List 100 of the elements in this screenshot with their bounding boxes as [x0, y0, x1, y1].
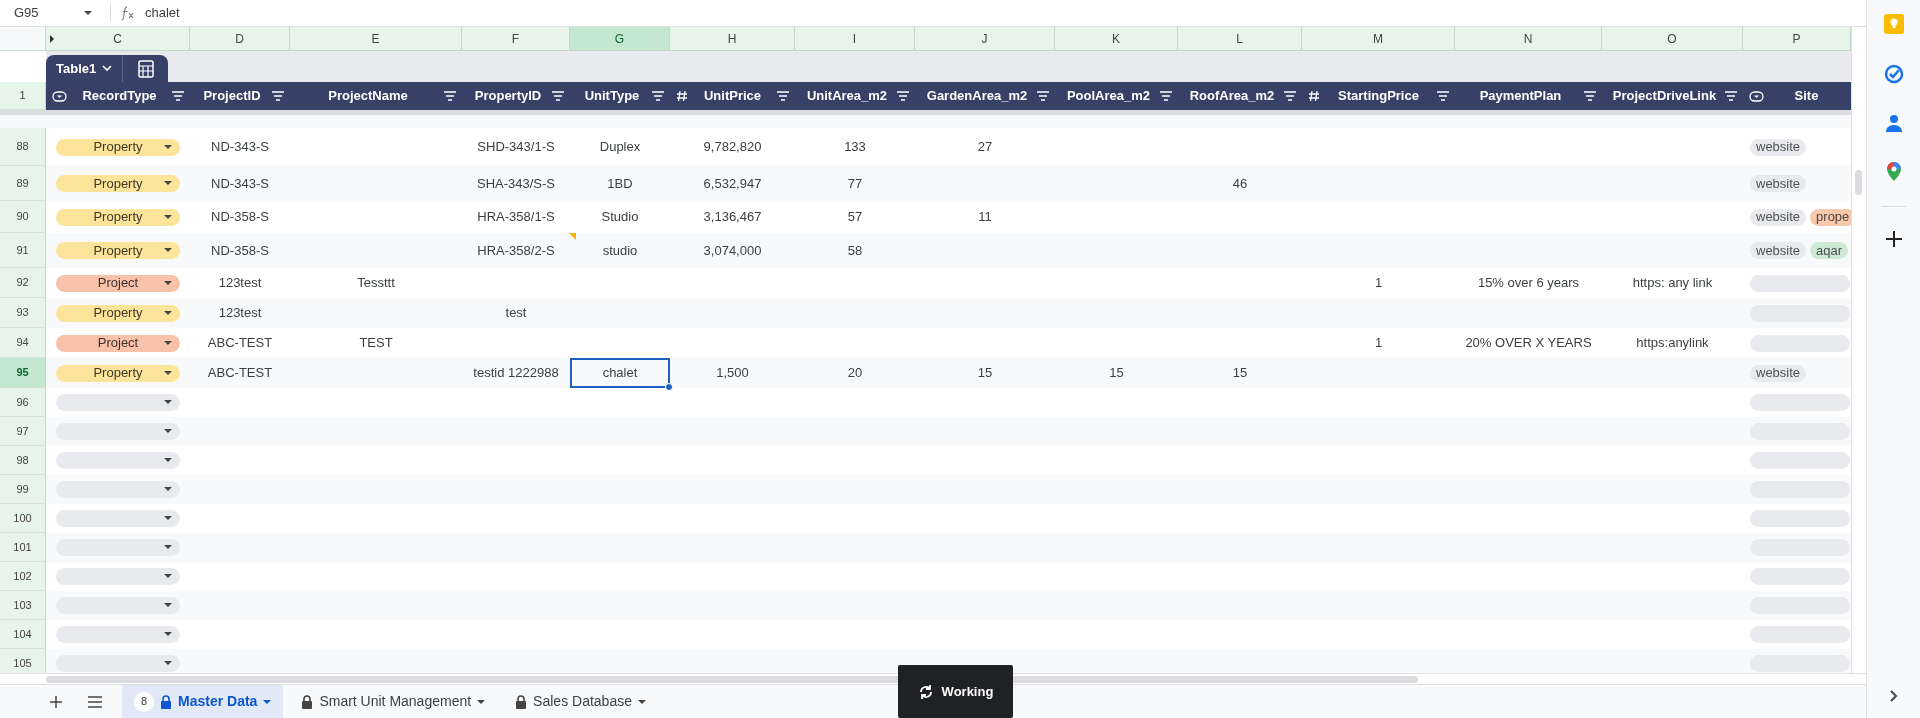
- dropdown-caret-icon[interactable]: [84, 11, 92, 15]
- column-heading[interactable]: RoofArea_m2: [1178, 82, 1302, 110]
- horizontal-scrollbar[interactable]: [0, 673, 1866, 685]
- filter-icon[interactable]: [1284, 91, 1296, 101]
- person-icon[interactable]: [1884, 114, 1903, 132]
- column-heading[interactable]: ProjectDriveLink: [1602, 82, 1743, 110]
- row-number[interactable]: 93: [0, 298, 46, 328]
- row-number[interactable]: 92: [0, 268, 46, 298]
- record-type-dropdown[interactable]: Property: [56, 175, 180, 192]
- column-heading[interactable]: RecordType: [46, 82, 190, 110]
- expand-arrow-icon[interactable]: [50, 35, 54, 43]
- task-check-icon[interactable]: [1883, 64, 1904, 84]
- empty-dropdown[interactable]: [56, 626, 180, 643]
- filter-icon[interactable]: [1584, 91, 1596, 101]
- table-name-tab[interactable]: Table1: [46, 55, 123, 82]
- site-tag: website: [1750, 364, 1807, 382]
- empty-site-field[interactable]: [1750, 481, 1850, 498]
- empty-dropdown[interactable]: [56, 423, 180, 440]
- lightbulb-note-icon[interactable]: [1883, 14, 1904, 34]
- empty-site-field[interactable]: [1750, 274, 1850, 292]
- row-number[interactable]: 96: [0, 388, 46, 417]
- empty-dropdown[interactable]: [56, 597, 180, 614]
- column-heading[interactable]: StartingPrice: [1302, 82, 1455, 110]
- row-number[interactable]: 89: [0, 166, 46, 201]
- sheet-tab[interactable]: 8 Master Data: [122, 685, 284, 718]
- empty-dropdown[interactable]: [56, 394, 180, 411]
- filter-icon[interactable]: [1037, 91, 1049, 101]
- empty-site-field[interactable]: [1750, 510, 1850, 527]
- empty-site-field[interactable]: [1750, 539, 1850, 556]
- filter-icon[interactable]: [1160, 91, 1172, 101]
- filter-icon[interactable]: [444, 91, 456, 101]
- filter-icon[interactable]: [552, 91, 564, 101]
- row-number[interactable]: 99: [0, 475, 46, 504]
- filter-icon[interactable]: [777, 91, 789, 101]
- menu-button[interactable]: [88, 695, 102, 708]
- record-type-dropdown[interactable]: Project: [56, 334, 180, 352]
- empty-site-field[interactable]: [1750, 568, 1850, 585]
- empty-dropdown[interactable]: [56, 568, 180, 585]
- row-number[interactable]: 101: [0, 533, 46, 562]
- site-tag: website: [1750, 138, 1807, 156]
- filter-icon[interactable]: [897, 91, 909, 101]
- empty-site-field[interactable]: [1750, 334, 1850, 352]
- row-number[interactable]: 97: [0, 417, 46, 446]
- record-type-dropdown[interactable]: Property: [56, 208, 180, 226]
- column-heading[interactable]: UnitArea_m2: [795, 82, 915, 110]
- column-header[interactable]: G: [570, 27, 670, 51]
- column-heading[interactable]: PropertyID: [462, 82, 570, 110]
- map-pin-icon[interactable]: [1885, 162, 1902, 182]
- column-heading[interactable]: GardenArea_m2: [915, 82, 1055, 110]
- filter-icon[interactable]: [1437, 91, 1449, 101]
- filter-icon[interactable]: [1725, 91, 1737, 101]
- sheet-tab[interactable]: Smart Unit Management: [289, 685, 498, 718]
- caret-icon: [263, 699, 272, 704]
- filter-icon[interactable]: [172, 91, 184, 101]
- row-number[interactable]: 88: [0, 128, 46, 166]
- column-heading[interactable]: PaymentPlan: [1455, 82, 1602, 110]
- filter-icon[interactable]: [652, 91, 664, 101]
- record-type-dropdown[interactable]: Project: [56, 274, 180, 292]
- record-type-dropdown[interactable]: Property: [56, 138, 180, 156]
- empty-site-field[interactable]: [1750, 423, 1850, 440]
- chevron-right-icon[interactable]: [1889, 690, 1898, 702]
- empty-site-field[interactable]: [1750, 597, 1850, 614]
- empty-site-field[interactable]: [1750, 626, 1850, 643]
- empty-site-field[interactable]: [1750, 452, 1850, 469]
- sheet-tab[interactable]: Sales Database: [503, 685, 658, 718]
- empty-dropdown[interactable]: [56, 481, 180, 498]
- record-type-dropdown[interactable]: Property: [56, 304, 180, 322]
- row-number[interactable]: 98: [0, 446, 46, 475]
- row-number[interactable]: 95: [0, 358, 46, 388]
- row-number[interactable]: 91: [0, 233, 46, 268]
- empty-dropdown[interactable]: [56, 510, 180, 527]
- empty-site-field[interactable]: [1750, 304, 1850, 322]
- add-icon[interactable]: [1885, 231, 1902, 247]
- empty-site-field[interactable]: [1750, 655, 1850, 672]
- column-heading[interactable]: UnitPrice: [670, 82, 795, 110]
- row-number[interactable]: 104: [0, 620, 46, 649]
- row-number[interactable]: 90: [0, 201, 46, 233]
- column-heading[interactable]: ProjectID: [190, 82, 290, 110]
- column-heading[interactable]: Site: [1743, 82, 1851, 110]
- formula-text[interactable]: chalet: [145, 3, 180, 23]
- empty-dropdown[interactable]: [56, 655, 180, 672]
- column-heading[interactable]: PoolArea_m2: [1055, 82, 1178, 110]
- empty-dropdown[interactable]: [56, 539, 180, 556]
- column-heading[interactable]: UnitType: [570, 82, 670, 110]
- table-calculator-button[interactable]: [122, 55, 169, 82]
- name-box[interactable]: G95: [0, 0, 100, 27]
- row-number[interactable]: 102: [0, 562, 46, 591]
- row-number[interactable]: 105: [0, 649, 46, 673]
- record-type-dropdown[interactable]: Property: [56, 242, 180, 259]
- row-number[interactable]: 100: [0, 504, 46, 533]
- fill-handle[interactable]: [665, 383, 673, 391]
- add-sheet-button[interactable]: [50, 695, 62, 708]
- row-number[interactable]: 103: [0, 591, 46, 620]
- row-number[interactable]: 94: [0, 328, 46, 358]
- record-type-dropdown[interactable]: Property: [56, 364, 180, 382]
- vertical-scrollbar[interactable]: [1851, 27, 1866, 673]
- filter-icon[interactable]: [272, 91, 284, 101]
- column-heading[interactable]: ProjectName: [290, 82, 462, 110]
- empty-site-field[interactable]: [1750, 394, 1850, 411]
- empty-dropdown[interactable]: [56, 452, 180, 469]
